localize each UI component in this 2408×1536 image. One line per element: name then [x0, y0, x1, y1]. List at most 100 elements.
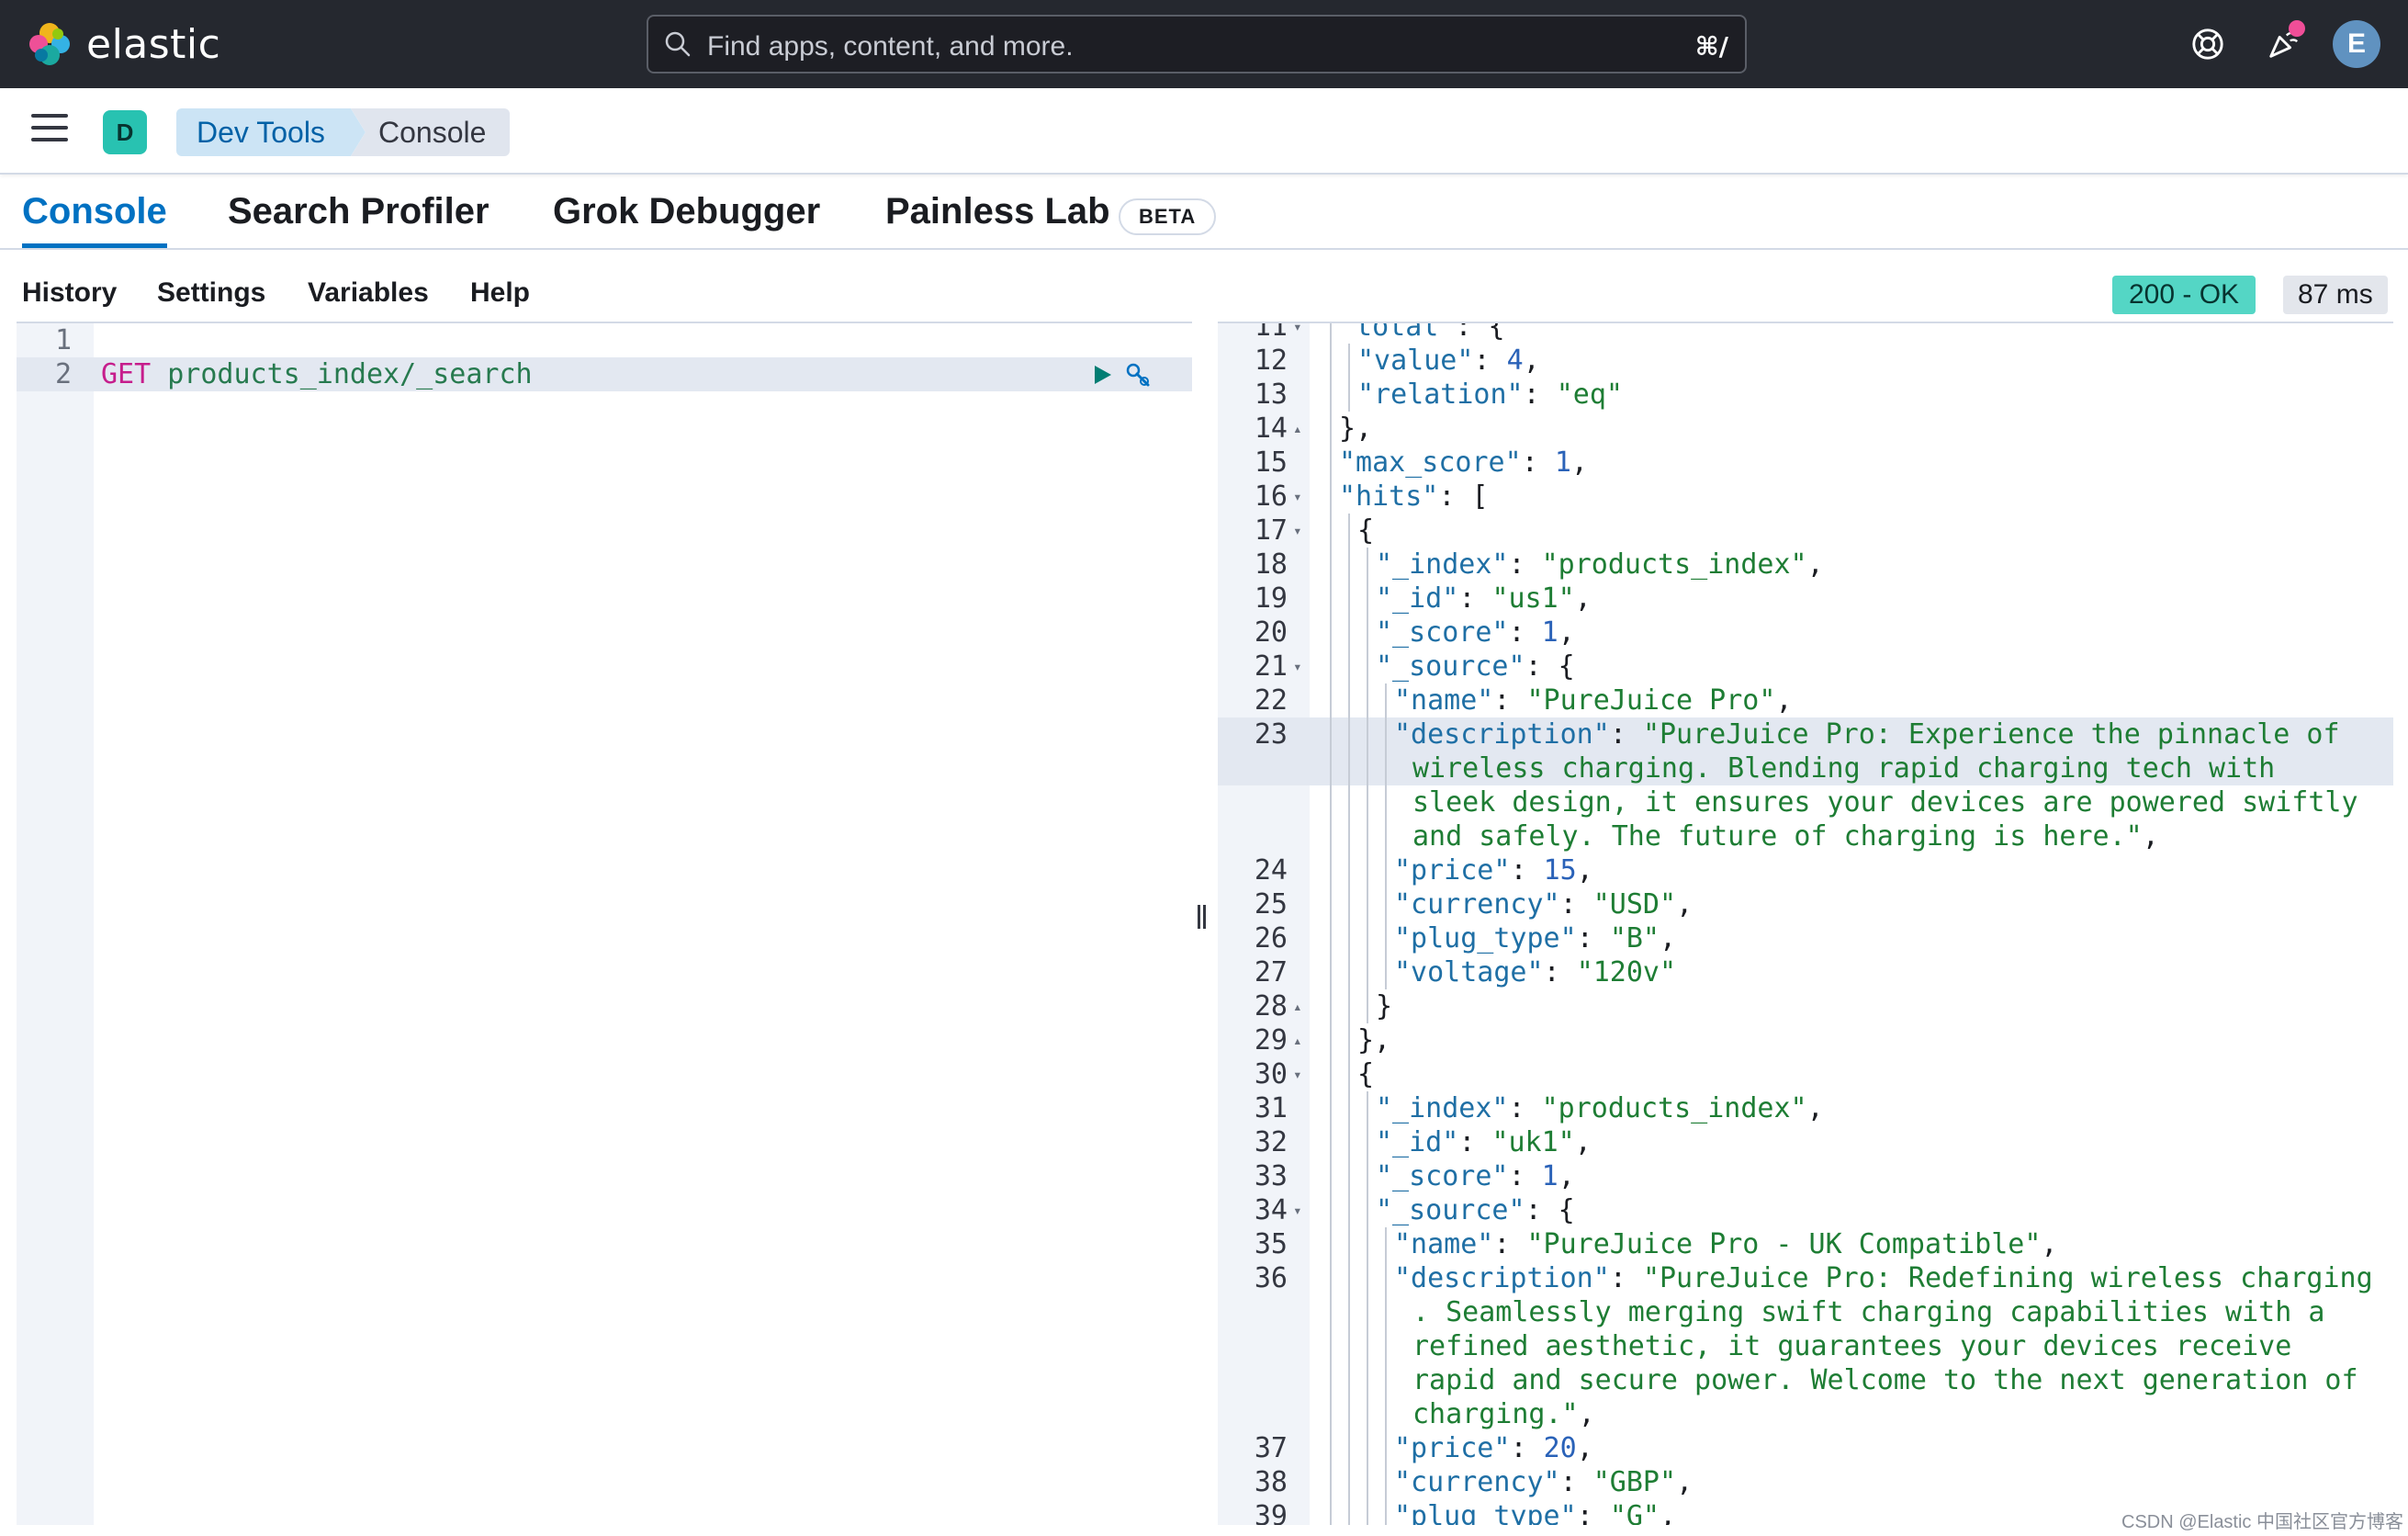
menu-toggle-button[interactable]: [31, 114, 68, 147]
request-line[interactable]: 1: [17, 323, 1192, 357]
response-line[interactable]: sleek design, it ensures your devices ar…: [1218, 785, 2393, 819]
json-key-token: "_id": [1376, 1126, 1459, 1158]
response-line[interactable]: 16 ▾ "hits": [: [1218, 480, 2393, 514]
history-button[interactable]: History: [22, 277, 117, 309]
response-code: "currency": "GBP",: [1394, 1465, 1693, 1499]
fold-arrow-icon[interactable]: ▾: [1293, 1193, 1302, 1227]
indent-guide: [1348, 785, 1350, 819]
response-line[interactable]: 19 "_id": "us1",: [1218, 582, 2393, 616]
tab-console[interactable]: Console: [22, 191, 167, 248]
response-line[interactable]: 17 ▾ {: [1218, 514, 2393, 548]
response-line[interactable]: 12 "value": 4,: [1218, 344, 2393, 378]
response-line[interactable]: 34 ▾ "_source": {: [1218, 1193, 2393, 1227]
indent-guide: [1385, 819, 1387, 853]
notification-dot: [2289, 20, 2305, 37]
indent-guide: [1348, 1295, 1350, 1329]
line-number: 34: [1254, 1194, 1288, 1226]
global-search-input[interactable]: Find apps, content, and more. ⌘/: [647, 15, 1747, 73]
json-num-token: 1: [1554, 446, 1571, 479]
json-punc-token: :: [1521, 446, 1555, 479]
fold-arrow-icon[interactable]: ▾: [1293, 1057, 1302, 1091]
response-line[interactable]: 37 "price": 20,: [1218, 1431, 2393, 1465]
tab-painless-lab[interactable]: Painless Lab: [885, 191, 1110, 248]
response-line[interactable]: 21 ▾ "_source": {: [1218, 649, 2393, 683]
response-line[interactable]: 14 ▴},: [1218, 412, 2393, 446]
json-str-token: refined aesthetic, it guarantees your de…: [1412, 1330, 2292, 1362]
line-number: 19: [1254, 582, 1288, 615]
response-line[interactable]: 30 ▾ {: [1218, 1057, 2393, 1091]
response-line[interactable]: rapid and secure power. Welcome to the n…: [1218, 1363, 2393, 1397]
variables-button[interactable]: Variables: [308, 277, 429, 309]
json-punc-token: :: [1508, 548, 1542, 581]
response-line[interactable]: 29 ▴},: [1218, 1023, 2393, 1057]
indent-guide: [1348, 344, 1350, 378]
json-num-token: 1: [1541, 616, 1558, 649]
response-line[interactable]: 31 "_index": "products_index",: [1218, 1091, 2393, 1125]
unfold-arrow-icon[interactable]: ▴: [1293, 989, 1302, 1023]
response-line[interactable]: 15 "max_score": 1,: [1218, 446, 2393, 480]
response-line[interactable]: 28 ▴}: [1218, 989, 2393, 1023]
line-number: 15: [1254, 446, 1288, 479]
response-line[interactable]: 23 "description": "PureJuice Pro: Experie…: [1218, 717, 2393, 751]
tab-search-profiler[interactable]: Search Profiler: [228, 191, 489, 248]
json-key-token: "_source": [1376, 650, 1525, 683]
response-line[interactable]: 18 "_index": "products_index",: [1218, 548, 2393, 582]
play-icon[interactable]: [1091, 364, 1113, 386]
help-button[interactable]: [2184, 20, 2232, 68]
response-code: "_score": 1,: [1376, 616, 1575, 649]
fold-arrow-icon[interactable]: ▾: [1293, 514, 1302, 548]
line-number: 22: [1254, 684, 1288, 717]
response-line[interactable]: 38 "currency": "GBP",: [1218, 1465, 2393, 1499]
newsfeed-button[interactable]: [2259, 20, 2307, 68]
response-line[interactable]: 20 "_score": 1,: [1218, 616, 2393, 649]
unfold-arrow-icon[interactable]: ▴: [1293, 1023, 1302, 1057]
response-code: refined aesthetic, it guarantees your de…: [1412, 1329, 2291, 1363]
fold-arrow-icon[interactable]: ▾: [1293, 649, 1302, 683]
response-line[interactable]: refined aesthetic, it guarantees your de…: [1218, 1329, 2393, 1363]
indent-guide: [1367, 1363, 1368, 1397]
indent-guide: [1330, 616, 1332, 649]
response-editor[interactable]: 11 ▾ "total": {12 "value": 4, 13 "relation": …: [1218, 322, 2393, 1525]
request-line[interactable]: 2 GET products_index/_search: [17, 357, 1192, 391]
response-line[interactable]: 33 "_score": 1,: [1218, 1159, 2393, 1193]
response-line[interactable]: . Seamlessly merging swift charging capa…: [1218, 1295, 2393, 1329]
response-line[interactable]: 22 "name": "PureJuice Pro",: [1218, 683, 2393, 717]
console-toolbar: History Settings Variables Help 200 - OK…: [0, 250, 2408, 322]
response-line[interactable]: 27 "voltage": "120v": [1218, 955, 2393, 989]
response-line[interactable]: 13 "relation": "eq": [1218, 378, 2393, 412]
indent-guide: [1330, 1159, 1332, 1193]
breadcrumb-dev-tools[interactable]: Dev Tools: [176, 108, 366, 156]
space-selector[interactable]: D: [103, 110, 147, 154]
wrench-icon[interactable]: [1124, 361, 1153, 390]
response-line[interactable]: 24 "price": 15,: [1218, 853, 2393, 887]
fold-arrow-icon[interactable]: ▾: [1293, 480, 1302, 514]
indent-guide: [1330, 649, 1332, 683]
user-avatar[interactable]: E: [2333, 20, 2380, 68]
unfold-arrow-icon[interactable]: ▴: [1293, 412, 1302, 446]
help-menu-button[interactable]: Help: [470, 277, 530, 309]
indent-guide: [1385, 955, 1387, 989]
settings-button[interactable]: Settings: [157, 277, 265, 309]
response-line[interactable]: 11 ▾ "total": {: [1218, 323, 2393, 344]
response-line[interactable]: 25 "currency": "USD",: [1218, 887, 2393, 921]
response-code: },: [1357, 1023, 1390, 1057]
response-line[interactable]: charging.",: [1218, 1397, 2393, 1431]
request-editor[interactable]: 1 2 GET products_index/_search: [17, 322, 1192, 1525]
json-punc-token: ,: [1576, 1432, 1593, 1464]
response-line[interactable]: 36 "description": "PureJuice Pro: Redefin…: [1218, 1261, 2393, 1295]
panel-resize-handle[interactable]: [1194, 905, 1212, 942]
tab-grok-debugger[interactable]: Grok Debugger: [553, 191, 820, 248]
response-code: "hits": [: [1339, 480, 1489, 514]
response-code: }: [1376, 989, 1392, 1023]
response-line[interactable]: 35 "name": "PureJuice Pro - UK Compatible…: [1218, 1227, 2393, 1261]
elastic-logo[interactable]: elastic: [26, 18, 220, 70]
fold-arrow-icon[interactable]: ▾: [1293, 323, 1302, 344]
json-punc-token: ,: [1570, 446, 1588, 479]
json-punc-token: ,: [1806, 1092, 1824, 1124]
response-line[interactable]: 32 "_id": "uk1",: [1218, 1125, 2393, 1159]
json-str-token: "B": [1609, 922, 1660, 954]
json-str-token: wireless charging. Blending rapid chargi…: [1412, 752, 2276, 785]
response-line[interactable]: 26 "plug_type": "B",: [1218, 921, 2393, 955]
response-line[interactable]: and safely. The future of charging is he…: [1218, 819, 2393, 853]
response-line[interactable]: wireless charging. Blending rapid chargi…: [1218, 751, 2393, 785]
